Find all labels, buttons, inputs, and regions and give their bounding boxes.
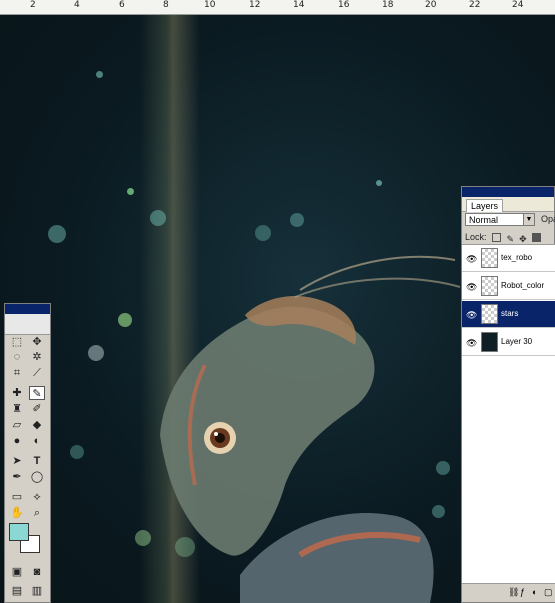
layer-thumbnail <box>481 248 498 268</box>
new-layer-icon[interactable]: ▢ <box>544 587 553 598</box>
ruler-label: 14 <box>293 0 305 10</box>
layer-name: stars <box>501 309 519 318</box>
magic-wand-icon[interactable]: ✲ <box>29 350 45 364</box>
layer-name: Layer 30 <box>501 337 533 346</box>
chevron-down-icon[interactable]: ▼ <box>523 214 534 225</box>
eye-icon[interactable]: 👁 <box>466 254 477 265</box>
lock-row: Lock: ✎ ✥ <box>465 232 541 244</box>
layers-panel: Layers Normal ▼ Opa Lock: ✎ ✥ 👁 tex_robo… <box>461 186 555 603</box>
layers-titlebar[interactable] <box>462 187 554 197</box>
ruler-label: 10 <box>204 0 216 10</box>
layers-list: 👁 tex_robo 👁 Robot_color 👁 stars 👁 Layer… <box>462 244 555 585</box>
eye-icon[interactable]: 👁 <box>466 338 477 349</box>
marquee-icon[interactable]: ⬚ <box>9 335 25 349</box>
slice-icon[interactable]: ⟋ <box>29 366 45 380</box>
ruler-label: 6 <box>119 0 125 10</box>
notes-icon[interactable]: ▭ <box>9 490 25 504</box>
horizontal-ruler: 2 4 6 8 10 12 14 16 18 20 22 24 <box>0 0 555 15</box>
clone-stamp-icon[interactable]: ♜ <box>9 402 25 416</box>
ruler-label: 18 <box>382 0 394 10</box>
history-brush-icon[interactable]: ✐ <box>29 402 45 416</box>
ruler-label: 24 <box>512 0 524 10</box>
ruler-label: 22 <box>469 0 481 10</box>
layer-style-icon[interactable]: ƒ <box>520 587 525 597</box>
opacity-label: Opa <box>541 214 555 224</box>
screen-mode-icon[interactable]: ▤ <box>9 584 25 598</box>
foreground-color-swatch[interactable] <box>9 523 29 541</box>
ruler-label: 2 <box>30 0 36 10</box>
eyedropper-icon[interactable]: ⟡ <box>29 490 45 504</box>
layer-thumbnail <box>481 276 498 296</box>
path-select-icon[interactable]: ➤ <box>9 454 25 468</box>
layer-thumbnail <box>481 304 498 324</box>
hand-icon[interactable]: ✋ <box>9 506 25 520</box>
layer-row[interactable]: 👁 Layer 30 <box>462 329 555 356</box>
ruler-label: 12 <box>249 0 261 10</box>
brush-icon[interactable]: ✎ <box>29 386 45 400</box>
standard-mode-icon[interactable]: ▣ <box>9 565 25 579</box>
blend-mode-select[interactable]: Normal ▼ <box>465 213 535 226</box>
quick-mask-icon[interactable]: ◙ <box>29 565 45 579</box>
layer-name: Robot_color <box>501 281 545 290</box>
dodge-icon[interactable]: ◐ <box>29 434 45 448</box>
tools-titlebar[interactable] <box>5 304 50 314</box>
eye-icon[interactable]: 👁 <box>466 310 477 321</box>
eraser-icon[interactable]: ▱ <box>9 418 25 432</box>
ruler-label: 16 <box>338 0 350 10</box>
link-layers-icon[interactable]: ⛓ <box>508 587 519 598</box>
lock-position-icon[interactable]: ✥ <box>519 234 527 244</box>
lock-image-icon[interactable]: ✎ <box>507 234 515 244</box>
layer-thumbnail <box>481 332 498 352</box>
lock-all-icon[interactable] <box>531 233 541 243</box>
eye-icon[interactable]: 👁 <box>466 282 477 293</box>
lock-label: Lock: <box>465 232 487 242</box>
pen-icon[interactable]: ✒ <box>9 470 25 484</box>
shape-icon[interactable]: ◯ <box>29 470 45 484</box>
adjustment-layer-icon[interactable]: ◐ <box>532 587 537 597</box>
layer-row-selected[interactable]: 👁 stars <box>462 301 555 328</box>
paint-bucket-icon[interactable]: ◆ <box>29 418 45 432</box>
ruler-label: 20 <box>425 0 437 10</box>
layer-row[interactable]: 👁 tex_robo <box>462 245 555 272</box>
move-icon[interactable]: ✥ <box>29 335 45 349</box>
healing-brush-icon[interactable]: ✚ <box>9 386 25 400</box>
blur-icon[interactable]: ● <box>9 434 25 448</box>
ruler-label: 8 <box>163 0 169 10</box>
tab-layers[interactable]: Layers <box>466 199 504 212</box>
crop-icon[interactable]: ⌗ <box>9 366 25 380</box>
lasso-icon[interactable]: ◌ <box>9 350 25 364</box>
lock-transparent-icon[interactable] <box>492 233 502 243</box>
ruler-label: 4 <box>74 0 80 10</box>
blend-mode-value: Normal <box>469 215 499 225</box>
zoom-icon[interactable]: ⌕ <box>29 506 45 520</box>
layer-row[interactable]: 👁 Robot_color <box>462 273 555 300</box>
fullscreen-mode-icon[interactable]: ▥ <box>29 584 45 598</box>
type-icon[interactable]: T <box>29 454 45 468</box>
feather-logo <box>5 314 50 335</box>
layers-footer: ⛓ ƒ ◐ ▢ <box>462 583 555 602</box>
layer-name: tex_robo <box>501 253 533 262</box>
